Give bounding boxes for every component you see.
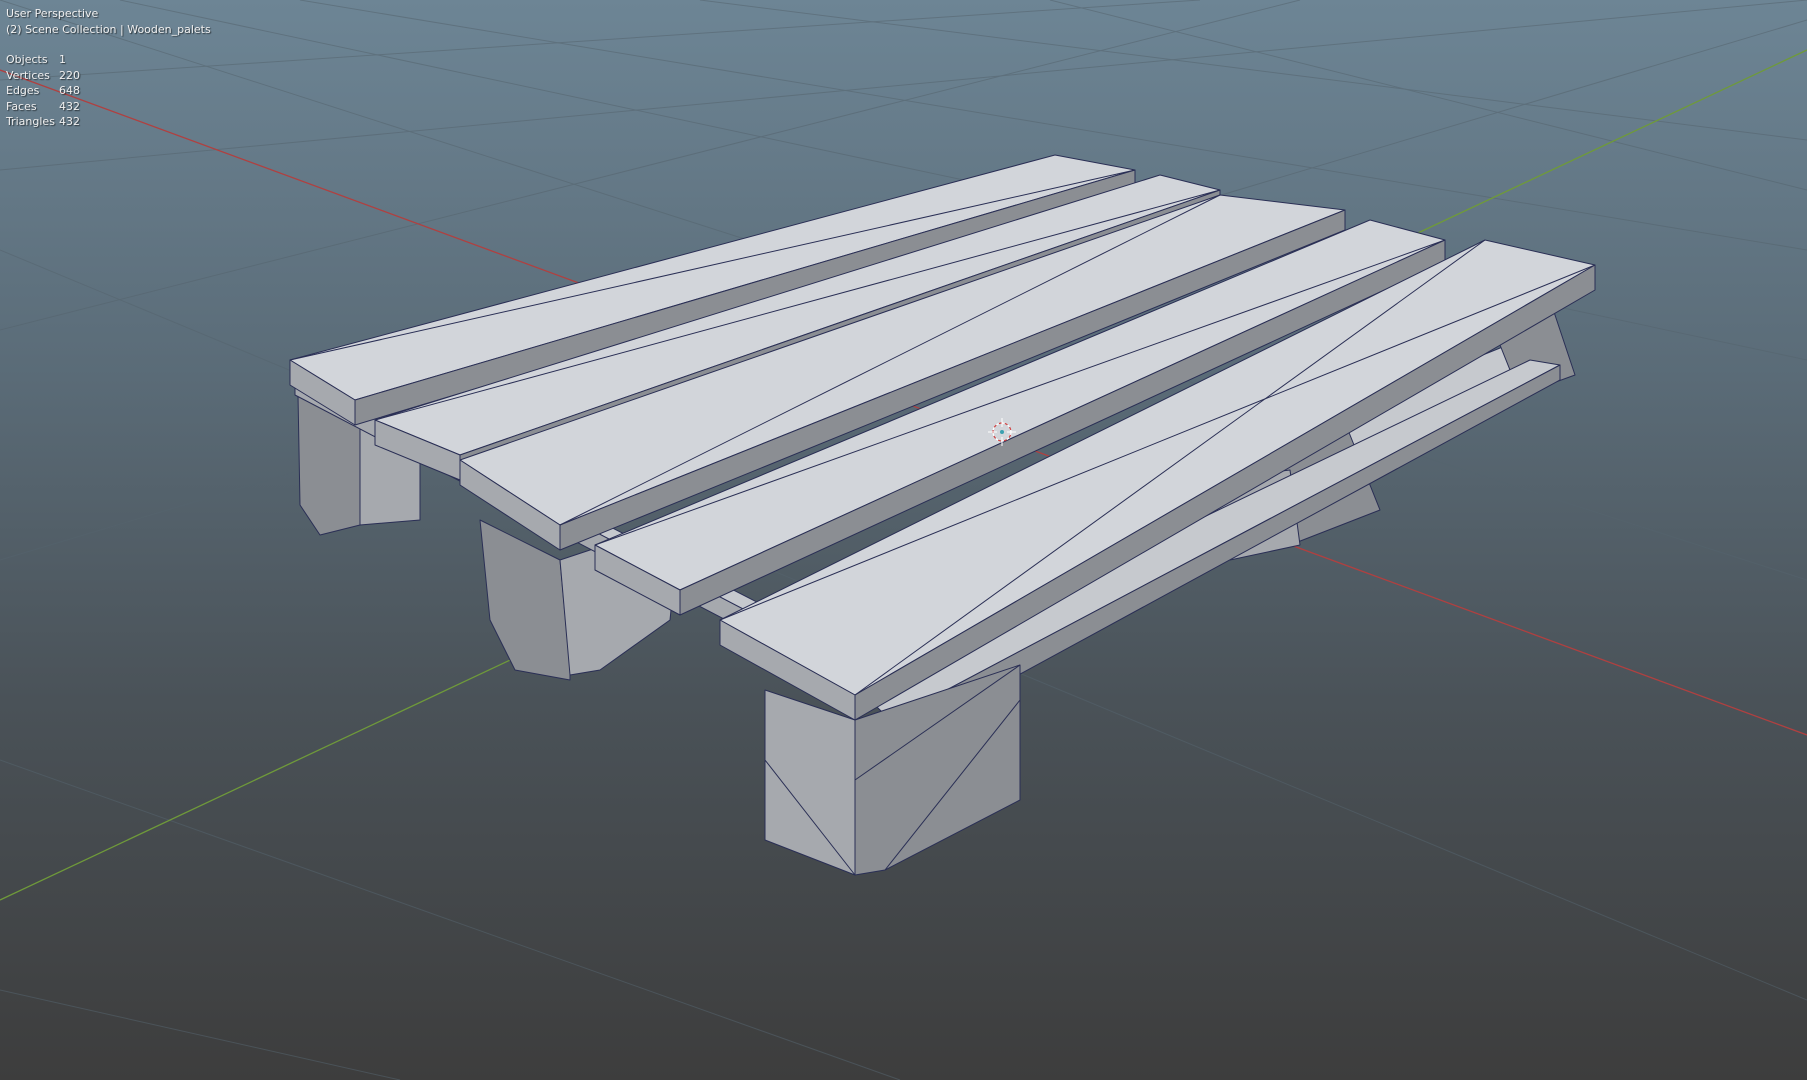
stat-label: Vertices xyxy=(6,68,50,82)
stat-value: 220 xyxy=(59,68,80,82)
stat-label: Faces xyxy=(6,99,37,113)
block-front-front xyxy=(764,689,856,876)
stat-value: 432 xyxy=(59,115,80,128)
stat-value: 1 xyxy=(59,53,66,66)
scene-statistics: Objects 1 Vertices 220 Edges 648 Faces 4… xyxy=(6,52,211,130)
pallet-mesh[interactable] xyxy=(289,154,1596,876)
stat-value: 648 xyxy=(59,84,80,97)
scene-canvas[interactable] xyxy=(0,0,1807,1080)
3d-viewport[interactable]: User Perspective (2) Scene Collection | … xyxy=(0,0,1807,1080)
stat-label: Objects xyxy=(6,53,48,66)
stat-label: Triangles xyxy=(6,115,55,128)
stat-label: Edges xyxy=(6,84,40,97)
collection-path: (2) Scene Collection | Wooden_palets xyxy=(6,23,211,36)
viewport-text-overlay: User Perspective (2) Scene Collection | … xyxy=(6,6,211,130)
view-name: User Perspective xyxy=(6,7,99,20)
stat-value: 432 xyxy=(59,99,80,113)
